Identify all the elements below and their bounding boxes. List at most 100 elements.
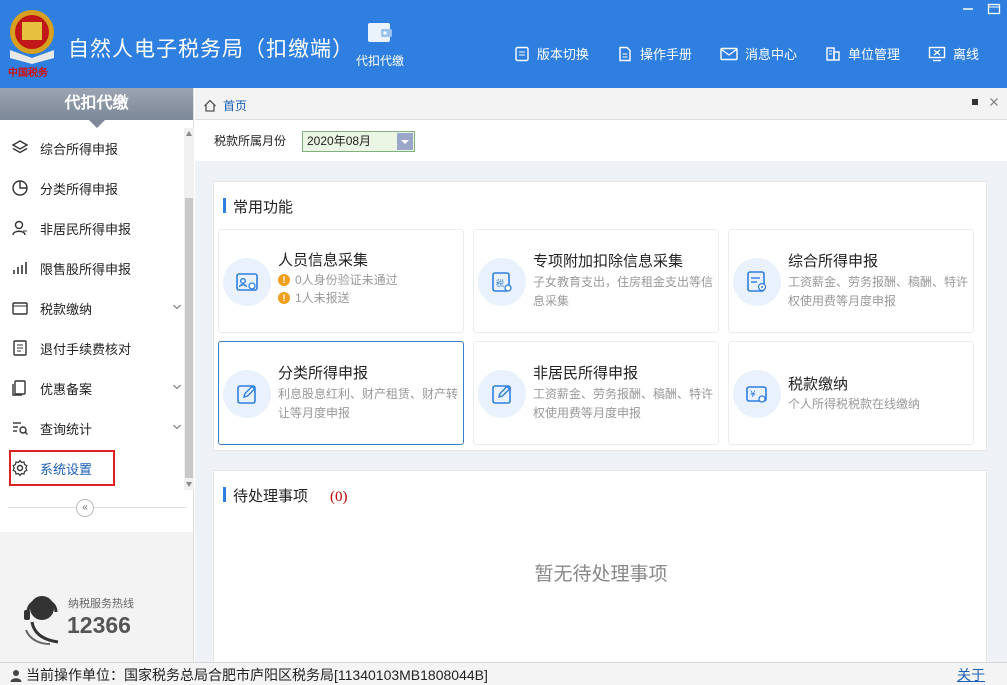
scroll-down-icon[interactable] (186, 482, 192, 487)
collapse-sidebar-button[interactable]: « (76, 499, 94, 517)
window-controls (961, 3, 1001, 15)
card-warnings: ! 0人身份验证未通过 ! 1人未报送 (278, 271, 460, 307)
offline-icon (928, 46, 946, 61)
hotline-label: 纳税服务热线 (68, 598, 134, 610)
card-title: 非居民所得申报 (533, 365, 639, 382)
tab-controls (971, 97, 999, 107)
card-special-deduction[interactable]: 税 专项附加扣除信息采集 子女教育支出，住房租金支出等信息采集 (473, 229, 719, 333)
card-title: 人员信息采集 (278, 252, 369, 269)
card-icon-bg: 税 (478, 258, 526, 306)
home-icon (204, 99, 216, 112)
sidebar-title: 代扣代缴 (0, 88, 193, 128)
sidebar-item-system-settings[interactable]: 系统设置 (9, 450, 115, 486)
sidebar-item-query-stats[interactable]: 查询统计 (0, 408, 184, 448)
pie-chart-icon (12, 180, 28, 196)
sidebar-item-comprehensive-income[interactable]: 综合所得申报 (0, 128, 184, 168)
sidebar-item-label: 查询统计 (40, 421, 93, 437)
restore-icon[interactable] (971, 98, 979, 106)
chevron-down-icon[interactable] (172, 382, 182, 392)
chevron-down-icon[interactable] (172, 302, 182, 312)
current-unit: 当前操作单位：国家税务总局合肥市庐阳区税务局[11340103MB1808044… (10, 665, 488, 685)
pending-count: (0) (330, 489, 348, 505)
message-center-label: 消息中心 (744, 47, 797, 62)
divider (8, 507, 186, 508)
card-comprehensive-income[interactable]: 综合所得申报 工资薪金、劳务报酬、稿酬、特许权使用费等月度申报 (728, 229, 974, 333)
message-icon (720, 47, 738, 60)
sidebar-item-label: 系统设置 (40, 461, 93, 477)
about-link[interactable]: 关于 (957, 665, 985, 685)
unit-management-button[interactable]: 单位管理 (825, 44, 900, 63)
tax-emblem-logo: 中国税务 (8, 10, 54, 78)
pending-empty-text: 暂无待处理事项 (534, 564, 668, 585)
current-unit-text: 当前操作单位：国家税务总局合肥市庐阳区税务局[11340103MB1808044… (26, 667, 488, 683)
main-content: 税款所属月份 2020年08月 常用功能 人员信息采集 ! 0人身份验证未通过 !… (195, 121, 1007, 662)
sidebar-menu: 综合所得申报 分类所得申报 非居民所得申报 限售股所得申报 税款缴纳 退付手续费… (0, 128, 184, 488)
sidebar-item-classified-income[interactable]: 分类所得申报 (0, 168, 184, 208)
manual-label: 操作手册 (639, 47, 692, 62)
gear-icon (12, 459, 28, 477)
card-icon-bg: ¥ (733, 370, 781, 418)
pending-title-text: 待处理事项 (233, 488, 309, 505)
header-toolbar: 版本切换 操作手册 消息中心 单位管理 离线 (514, 44, 1007, 63)
svg-text:中国税务: 中国税务 (8, 66, 49, 78)
tax-month-select[interactable]: 2020年08月 (302, 131, 415, 152)
payment-icon: ¥ (746, 386, 767, 403)
card-icon-bg (223, 370, 271, 418)
unit-management-label: 单位管理 (847, 47, 900, 62)
manual-icon (619, 46, 631, 61)
minimize-icon[interactable] (961, 3, 975, 15)
sidebar-item-preferential-filing[interactable]: 优惠备案 (0, 368, 184, 408)
layers-icon (11, 140, 29, 154)
version-switch-button[interactable]: 版本切换 (514, 44, 589, 63)
warning-text: 0人身份验证未通过 (295, 272, 398, 287)
scroll-up-icon[interactable] (186, 131, 192, 136)
manual-button[interactable]: 操作手册 (617, 44, 692, 63)
card-desc: 工资薪金、劳务报酬、稿酬、特许权使用费等月度申报 (788, 275, 969, 308)
offline-button[interactable]: 离线 (928, 44, 979, 63)
sidebar-item-tax-payment[interactable]: 税款缴纳 (0, 288, 184, 328)
document-icon (12, 380, 26, 396)
card-personnel-info[interactable]: 人员信息采集 ! 0人身份验证未通过 ! 1人未报送 (218, 229, 464, 333)
tab-home[interactable]: 首页 (203, 97, 247, 114)
sidebar-item-label: 限售股所得申报 (40, 261, 132, 277)
sidebar-scrollbar[interactable] (184, 128, 194, 490)
card-icon-bg (733, 258, 781, 306)
message-center-button[interactable]: 消息中心 (720, 44, 797, 63)
maximize-icon[interactable] (987, 3, 1001, 15)
filter-bar: 税款所属月份 2020年08月 (195, 121, 1007, 161)
id-card-icon (236, 273, 258, 291)
warning-text: 1人未报送 (295, 290, 350, 305)
chevron-down-icon[interactable] (397, 133, 413, 150)
card-nonresident-income[interactable]: 非居民所得申报 工资薪金、劳务报酬、稿酬、特许权使用费等月度申报 (473, 341, 719, 445)
checklist-icon (13, 340, 27, 356)
tax-document-icon: 税 (492, 272, 512, 292)
warning-item: ! 0人身份验证未通过 (278, 271, 460, 289)
pending-panel: 待处理事项 (0) 暂无待处理事项 (213, 470, 987, 662)
card-icon-bg (478, 370, 526, 418)
card-classified-income[interactable]: 分类所得申报 利息股息红利、财产租赁、财产转让等月度申报 (218, 341, 464, 445)
common-functions-title: 常用功能 (223, 196, 293, 217)
hotline-number: 12366 (67, 612, 131, 638)
edit-icon (237, 385, 256, 404)
currency-badge-text: ¥ (750, 390, 756, 400)
common-functions-panel: 常用功能 人员信息采集 ! 0人身份验证未通过 ! 1人未报送 税 专项附加扣除信息… (213, 181, 987, 451)
sidebar-item-restricted-shares[interactable]: 限售股所得申报 (0, 248, 184, 288)
search-list-icon (13, 422, 28, 435)
scroll-thumb[interactable] (185, 198, 193, 478)
person-icon (12, 220, 27, 236)
sidebar-item-label: 税款缴纳 (40, 301, 93, 317)
tax-month-label: 税款所属月份 (214, 134, 287, 148)
version-switch-label: 版本切换 (536, 47, 589, 62)
version-switch-icon (515, 46, 529, 61)
nav-withholding[interactable]: 代扣代缴 (345, 20, 415, 69)
tab-bar: 首页 (195, 88, 1007, 120)
tax-badge-text: 税 (496, 278, 504, 288)
card-tax-payment[interactable]: ¥ 税款缴纳 个人所得税税款在线缴纳 (728, 341, 974, 445)
app-title: 自然人电子税务局（扣缴端） (68, 38, 354, 61)
chevron-down-icon[interactable] (172, 422, 182, 432)
close-icon[interactable] (989, 97, 999, 107)
offline-label: 离线 (952, 47, 979, 62)
card-title: 专项附加扣除信息采集 (533, 253, 684, 270)
sidebar-item-nonresident-income[interactable]: 非居民所得申报 (0, 208, 184, 248)
sidebar-item-refund-check[interactable]: 退付手续费核对 (0, 328, 184, 368)
